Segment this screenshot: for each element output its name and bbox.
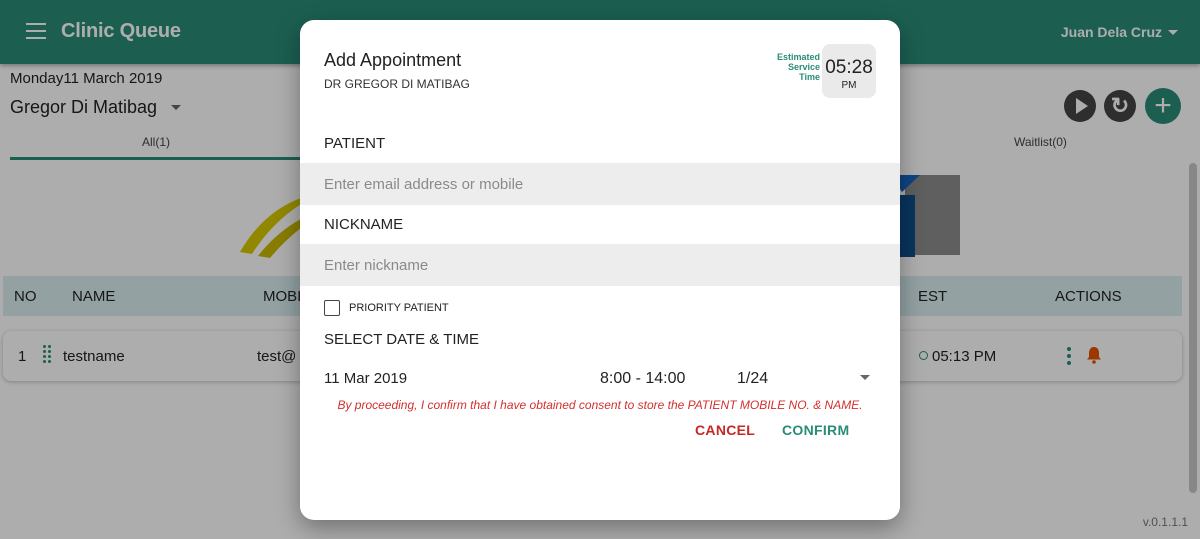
priority-patient-checkbox[interactable]	[324, 300, 340, 316]
selected-date: 11 Mar 2019	[324, 370, 408, 387]
patient-label: PATIENT	[324, 135, 386, 152]
priority-patient-label: PRIORITY PATIENT	[349, 302, 449, 314]
estimated-time: 05:28	[825, 57, 873, 78]
patient-input[interactable]	[300, 163, 900, 205]
date-time-select[interactable]: 11 Mar 2019 8:00 - 14:00 1/24	[324, 370, 884, 390]
dialog-title: Add Appointment	[324, 50, 462, 70]
date-time-label: SELECT DATE & TIME	[324, 331, 480, 348]
nickname-input[interactable]	[300, 244, 900, 286]
estimated-service-time-badge: 05:28 PM	[822, 44, 876, 98]
slot-count: 1/24	[737, 370, 769, 387]
nickname-label: NICKNAME	[324, 216, 404, 233]
confirm-button[interactable]: CONFIRM	[782, 422, 849, 438]
dialog-doctor-name: DR GREGOR DI MATIBAG	[324, 77, 470, 91]
chevron-down-icon[interactable]	[860, 375, 870, 380]
selected-time-range: 8:00 - 14:00	[600, 370, 686, 387]
priority-patient-row[interactable]: PRIORITY PATIENT	[324, 300, 449, 316]
add-appointment-dialog: Add Appointment DR GREGOR DI MATIBAG Est…	[300, 20, 900, 520]
estimated-time-ampm: PM	[841, 80, 857, 91]
cancel-button[interactable]: CANCEL	[695, 422, 755, 438]
estimated-service-time-label: Estimated Service Time	[776, 52, 820, 82]
consent-notice: By proceeding, I confirm that I have obt…	[337, 398, 863, 412]
